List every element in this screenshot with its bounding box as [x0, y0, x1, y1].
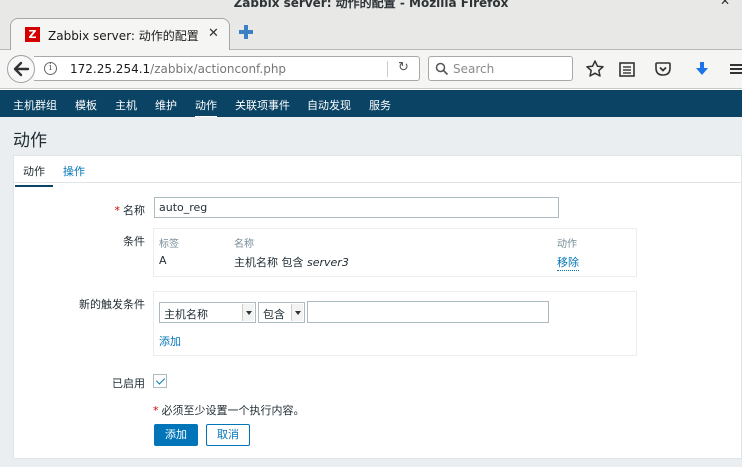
browser-tab-title: Zabbix server: 动作的配置 — [48, 29, 199, 43]
zabbix-config-menu: 主机群组 模板 主机 维护 动作 关联项事件 自动发现 服务 — [0, 90, 742, 118]
menu-item-services[interactable]: 服务 — [369, 97, 391, 113]
url-separator — [387, 61, 388, 77]
bookmark-star-icon[interactable] — [585, 59, 605, 79]
site-info-icon[interactable]: i — [44, 62, 57, 75]
search-icon — [435, 62, 449, 76]
tab-close-icon[interactable]: ✕ — [208, 26, 219, 41]
cancel-button[interactable]: 取消 — [206, 424, 250, 446]
page-title: 动作 — [13, 131, 47, 151]
menu-item-host-groups[interactable]: 主机群组 — [13, 97, 57, 113]
col-header-name: 名称 — [234, 239, 254, 250]
menu-item-event-correlation[interactable]: 关联项事件 — [235, 97, 290, 113]
enabled-checkbox[interactable] — [153, 374, 167, 388]
condition-type-select[interactable]: 主机名称 — [159, 302, 256, 323]
window-close-icon[interactable]: ✕ — [720, 0, 730, 8]
condition-value: server3 — [307, 256, 349, 269]
conditions-table: 标签 名称 动作 A 主机名称 包含 server3 移除 — [153, 228, 637, 277]
menu-item-hosts[interactable]: 主机 — [115, 97, 137, 113]
window-titlebar: Zabbix server: 动作的配置 - Mozilla Firefox ✕ — [0, 0, 742, 12]
conditions-label: 条件 — [123, 235, 145, 248]
menu-item-actions[interactable]: 动作 — [195, 97, 217, 118]
operations-warning: * 必须至少设置一个执行内容。 — [153, 404, 305, 417]
back-button[interactable] — [7, 55, 35, 83]
required-asterisk: * — [153, 404, 159, 417]
download-arrow-icon[interactable] — [692, 59, 712, 79]
menu-item-maintenance[interactable]: 维护 — [155, 97, 177, 113]
condition-operator-select[interactable]: 包含 — [258, 302, 305, 323]
overflow-menu-icon[interactable] — [726, 59, 742, 79]
col-header-tag: 标签 — [159, 239, 179, 250]
chevron-down-icon — [291, 304, 303, 321]
name-input[interactable]: auto_reg — [154, 197, 559, 218]
zabbix-favicon-icon: Z — [25, 27, 40, 42]
browser-tab[interactable]: Z Zabbix server: 动作的配置 ✕ — [10, 18, 230, 51]
enabled-label: 已启用 — [112, 377, 145, 390]
reading-list-icon[interactable] — [617, 59, 637, 79]
condition-tag: A — [159, 254, 167, 267]
back-arrow-icon — [13, 61, 30, 77]
remove-condition-link[interactable]: 移除 — [557, 254, 579, 271]
window-title: Zabbix server: 动作的配置 - Mozilla Firefox — [233, 0, 509, 10]
condition-value-input[interactable] — [307, 301, 549, 323]
col-header-action: 动作 — [557, 239, 577, 250]
pocket-icon[interactable] — [653, 59, 673, 79]
menu-item-discovery[interactable]: 自动发现 — [307, 97, 351, 113]
chevron-down-icon — [242, 304, 254, 321]
url-bar[interactable]: i 172.25.254.1/zabbix/actionconf.php ↻ — [34, 56, 420, 81]
new-condition-label: 新的触发条件 — [79, 298, 145, 311]
add-button[interactable]: 添加 — [154, 424, 198, 446]
form-tabs: 动作 操作 — [13, 155, 742, 187]
name-label: * 名称 — [114, 204, 146, 217]
browser-nav-bar: i 172.25.254.1/zabbix/actionconf.php ↻ S… — [0, 50, 742, 89]
url-path: /zabbix/actionconf.php — [150, 62, 287, 76]
new-tab-plus-icon[interactable] — [237, 23, 255, 41]
menu-item-templates[interactable]: 模板 — [75, 97, 97, 113]
browser-tab-strip: Z Zabbix server: 动作的配置 ✕ — [0, 12, 742, 51]
search-bar[interactable]: Search — [428, 56, 573, 81]
add-condition-link[interactable]: 添加 — [159, 333, 181, 349]
url-text[interactable]: 172.25.254.1/zabbix/actionconf.php — [70, 62, 286, 76]
tab-action[interactable]: 动作 — [15, 163, 53, 187]
required-asterisk: * — [114, 204, 121, 217]
tab-operations[interactable]: 操作 — [63, 163, 85, 179]
reload-icon[interactable]: ↻ — [398, 60, 409, 75]
url-host: 172.25.254.1 — [70, 62, 151, 76]
search-placeholder: Search — [453, 62, 495, 76]
condition-name: 主机名称 包含 server3 — [234, 256, 349, 269]
